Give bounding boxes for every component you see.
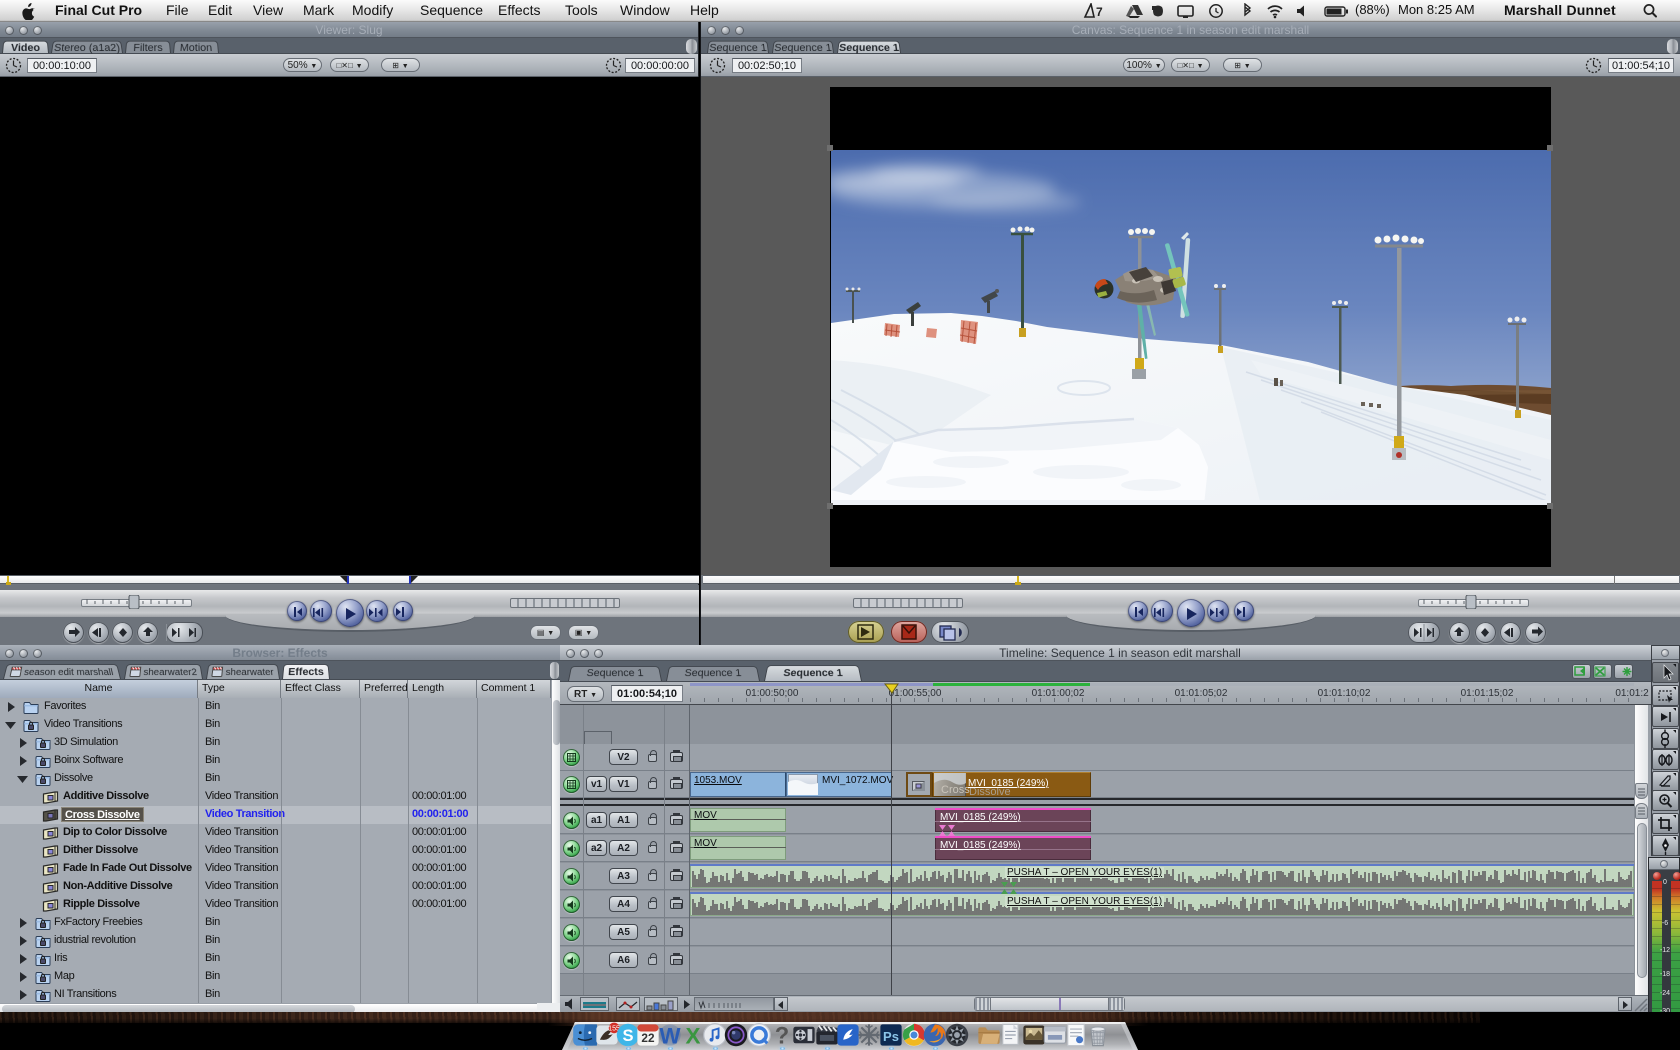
svg-text:X: X — [686, 1023, 701, 1048]
svg-text:?: ? — [775, 1023, 789, 1048]
svg-text:Ps: Ps — [883, 1029, 899, 1044]
svg-text:W: W — [659, 1023, 681, 1048]
svg-text:7: 7 — [1096, 5, 1103, 19]
svg-text:22: 22 — [641, 1031, 655, 1045]
svg-text:S: S — [622, 1026, 633, 1045]
